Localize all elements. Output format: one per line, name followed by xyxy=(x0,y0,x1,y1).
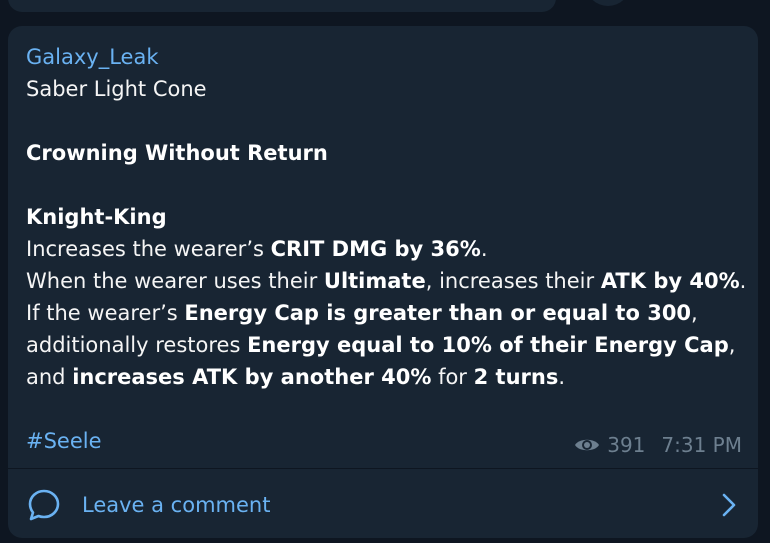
message-card: Galaxy_Leak Saber Light Cone Crowning Wi… xyxy=(8,26,758,538)
chevron-right-icon xyxy=(722,493,736,517)
skill-name: Knight-King xyxy=(26,205,167,229)
subtitle-line: Saber Light Cone xyxy=(26,77,207,101)
eye-icon xyxy=(575,439,600,451)
leave-comment-button[interactable]: Leave a comment xyxy=(8,469,758,538)
previous-message-bubble xyxy=(8,0,556,12)
author-name[interactable]: Galaxy_Leak xyxy=(26,45,158,69)
view-count: 391 xyxy=(607,433,646,457)
leave-comment-label: Leave a comment xyxy=(82,493,271,517)
message-meta: 391 7:31 PM xyxy=(573,433,742,457)
effect-line-5: and increases ATK by another 40% for 2 t… xyxy=(26,365,566,389)
hashtag-link[interactable]: #Seele xyxy=(26,429,102,453)
previous-action-button[interactable] xyxy=(586,0,630,6)
effect-line-4: additionally restores Energy equal to 10… xyxy=(26,333,736,357)
comment-bubble-icon xyxy=(28,489,60,521)
message-text: Galaxy_Leak Saber Light Cone Crowning Wi… xyxy=(26,41,746,457)
effect-line-1: Increases the wearer’s CRIT DMG by 36%. xyxy=(26,237,488,261)
effect-line-2: When the wearer uses their Ultimate, inc… xyxy=(26,269,747,293)
effect-line-3: If the wearer’s Energy Cap is greater th… xyxy=(26,301,698,325)
light-cone-name: Crowning Without Return xyxy=(26,141,328,165)
message-time: 7:31 PM xyxy=(661,433,742,457)
